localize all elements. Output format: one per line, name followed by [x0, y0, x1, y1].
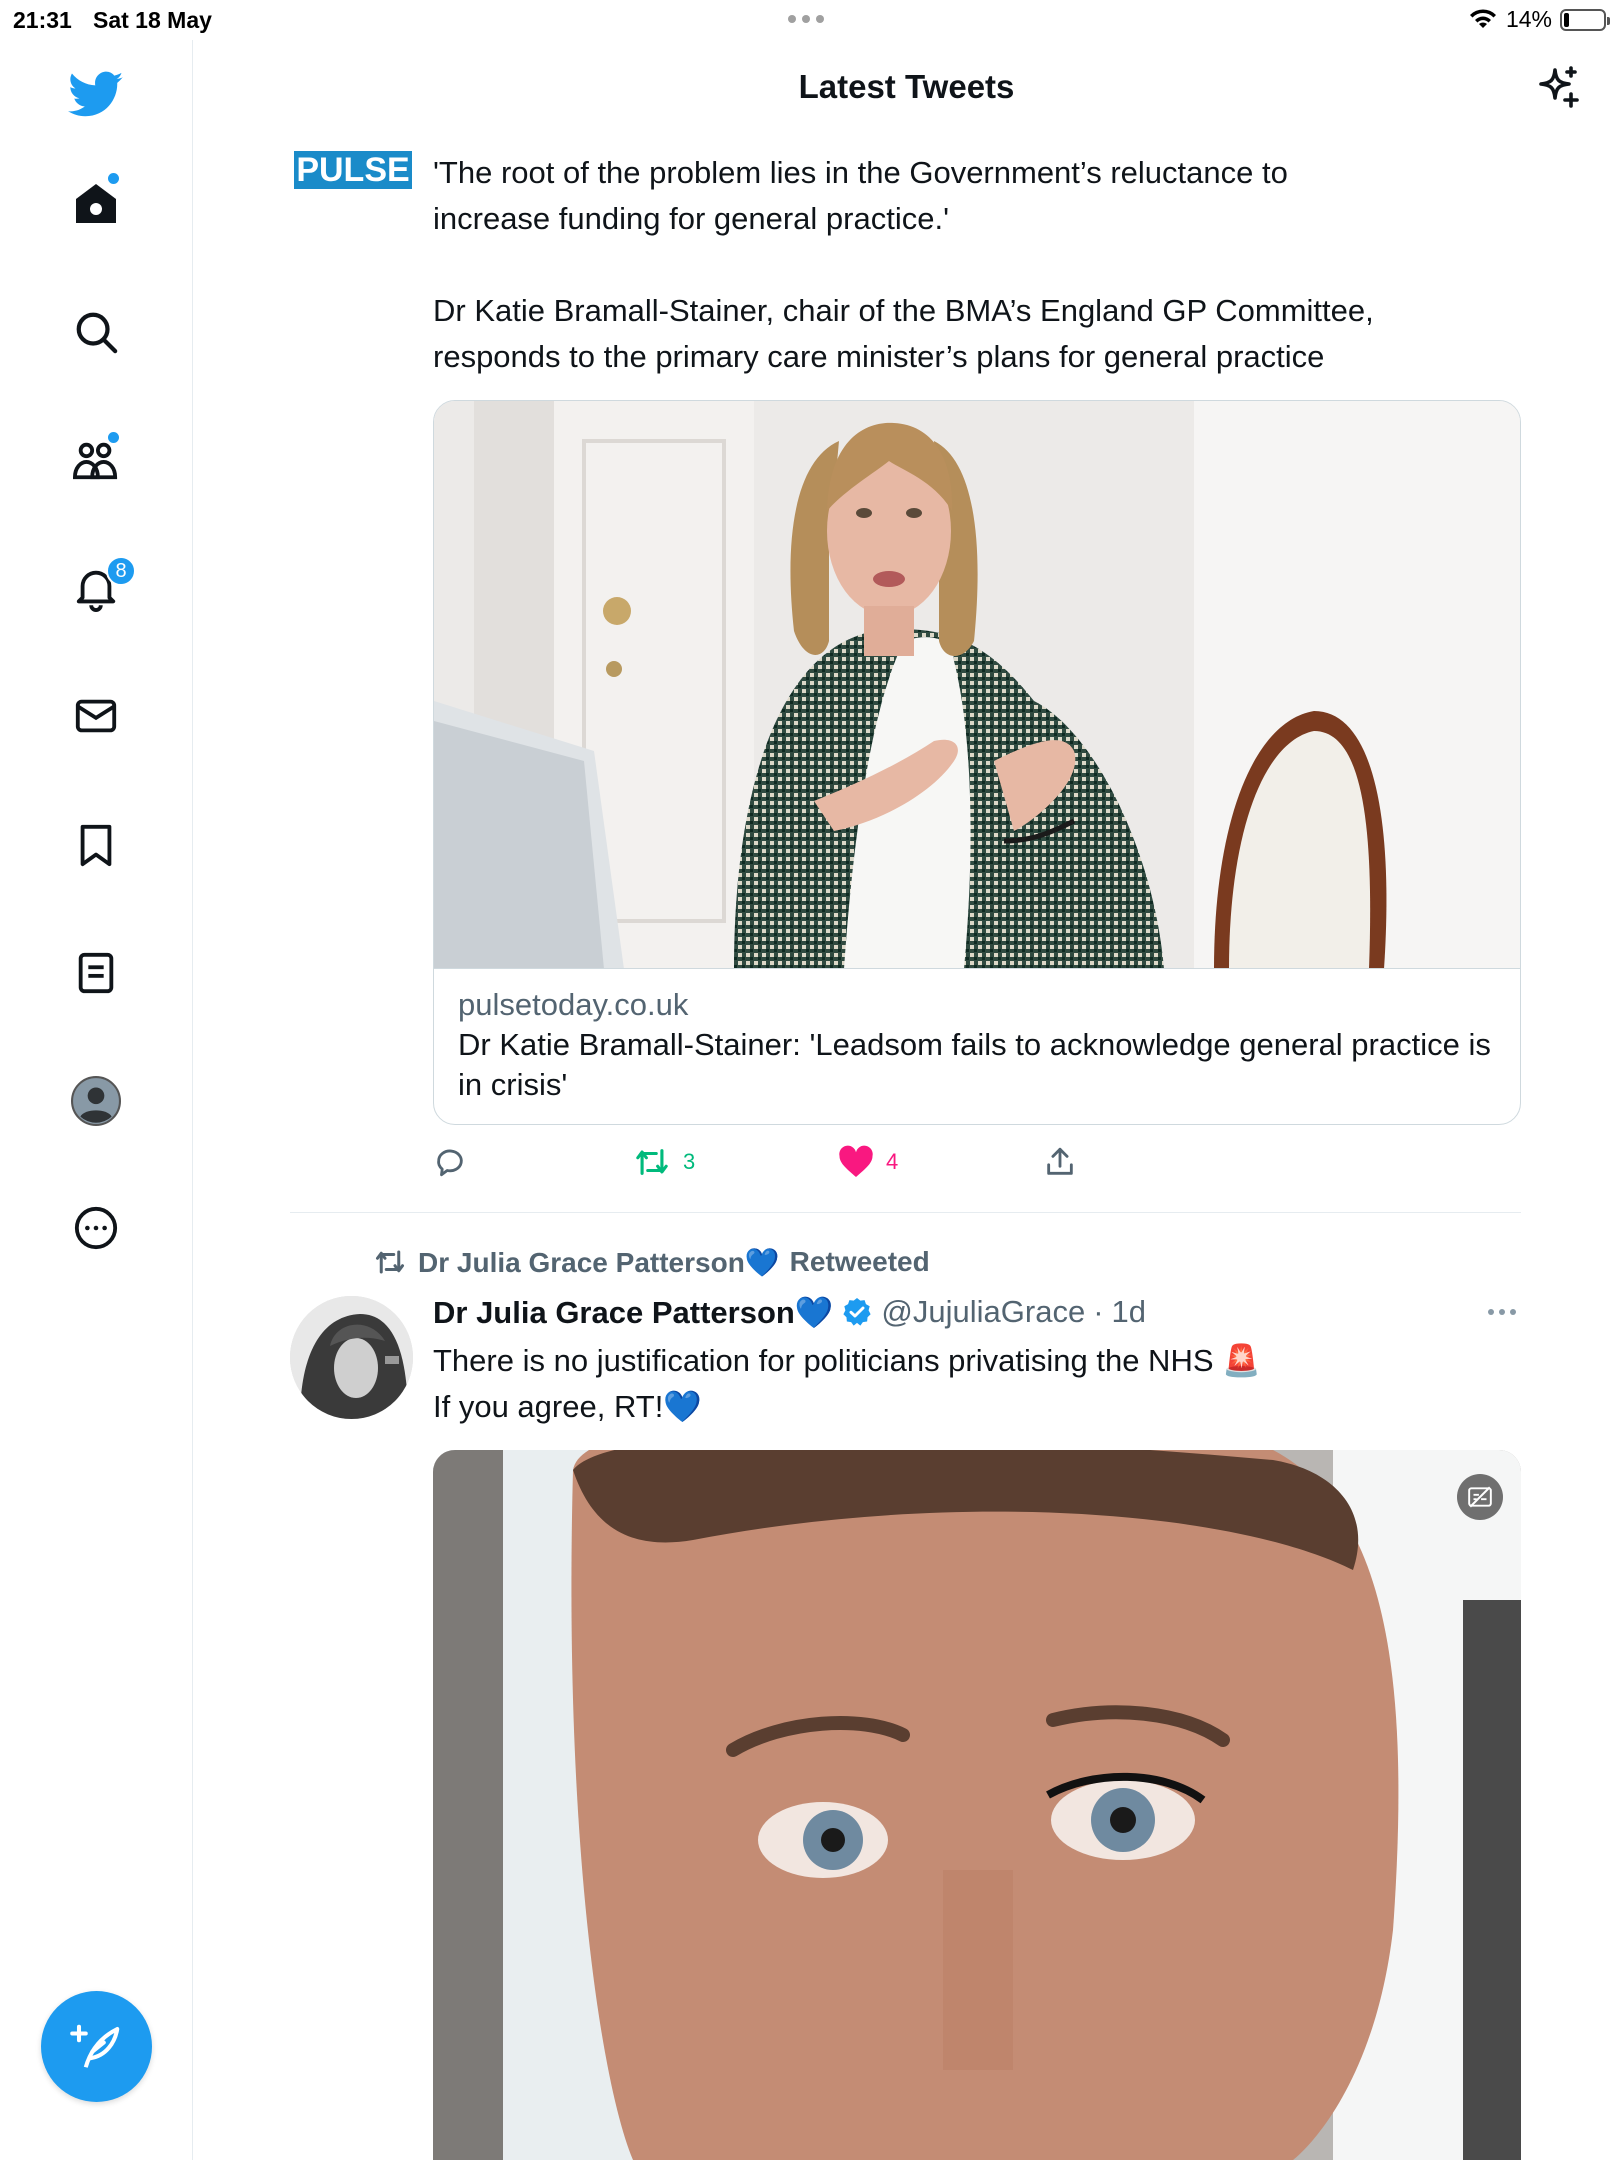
messages-envelope-icon[interactable] [66, 686, 126, 746]
search-icon[interactable] [66, 302, 126, 362]
status-time: 21:31 [13, 7, 72, 33]
tweet-age[interactable]: 1d [1112, 1294, 1146, 1330]
author-row: Dr Julia Grace Patterson💙 @JujuliaGrace … [433, 1292, 1146, 1332]
like-button[interactable]: 4 [838, 1142, 898, 1182]
page-title: Latest Tweets [798, 68, 1015, 105]
tweet-actions: 3 4 [433, 1142, 1133, 1182]
wifi-icon [1469, 8, 1496, 28]
verified-badge-icon [843, 1298, 872, 1326]
author-handle[interactable]: @JujuliaGrace [881, 1294, 1085, 1330]
heart-icon [839, 1145, 873, 1177]
lists-icon[interactable] [66, 943, 126, 1003]
status-bar: 21:31 Sat 18 May 14% [0, 0, 1620, 40]
tweet-text: 'The root of the problem lies in the Gov… [433, 155, 1374, 374]
profile-avatar-icon[interactable] [66, 1071, 126, 1131]
compose-feather-icon [69, 2024, 119, 2068]
communities-new-dot [108, 432, 119, 443]
home-icon[interactable] [66, 173, 126, 233]
status-date: Sat 18 May [93, 7, 212, 33]
notifications-count-badge: 8 [106, 556, 136, 586]
meta-separator: · [1093, 1294, 1104, 1329]
compose-tweet-button[interactable] [41, 1991, 152, 2102]
share-icon [1047, 1147, 1073, 1175]
tweet-more-menu-icon[interactable] [1488, 1309, 1516, 1315]
author-name[interactable]: Dr Julia Grace Patterson💙 [433, 1294, 833, 1331]
battery-percent: 14% [1505, 6, 1552, 32]
author-avatar[interactable] [290, 1296, 413, 1419]
home-new-dot [108, 173, 119, 184]
card-domain: pulsetoday.co.uk [458, 987, 689, 1022]
retweeted-by-name: Dr Julia Grace Patterson💙 [418, 1246, 780, 1278]
share-button[interactable] [1043, 1142, 1077, 1182]
link-preview-card[interactable]: pulsetoday.co.uk Dr Katie Bramall-Staine… [433, 400, 1521, 1125]
tweet-text-2: There is no justification for politician… [433, 1343, 1261, 1424]
retweet-small-icon [376, 1250, 404, 1274]
status-right: 14% [1468, 6, 1610, 33]
battery-icon [1560, 8, 1610, 31]
tweet-video[interactable] [433, 1450, 1521, 2160]
retweet-button[interactable]: 3 [633, 1142, 695, 1182]
retweet-icon [636, 1149, 668, 1175]
reply-icon [437, 1149, 463, 1177]
card-title: Dr Katie Bramall-Stainer: 'Leadsom fails… [458, 1027, 1491, 1102]
tweet-divider [290, 1212, 1521, 1213]
more-options-icon[interactable] [66, 1198, 126, 1258]
reply-button[interactable] [433, 1142, 467, 1182]
sparkle-icon[interactable] [1533, 64, 1581, 112]
notifications-bell-icon[interactable]: 8 [66, 556, 136, 618]
like-count: 4 [886, 1149, 899, 1174]
sidebar: 8 [0, 40, 193, 2160]
pulse-logo[interactable]: PULSE [294, 151, 412, 189]
card-image[interactable] [434, 401, 1520, 969]
multitasking-dots[interactable] [788, 15, 824, 23]
twitter-logo-icon[interactable] [66, 65, 126, 125]
captions-off-icon [1468, 1486, 1492, 1508]
bookmarks-icon[interactable] [66, 815, 126, 875]
retweet-count: 3 [683, 1149, 696, 1174]
retweeted-by-line[interactable]: Dr Julia Grace Patterson💙 Retweeted [372, 1244, 930, 1280]
retweeted-label: Retweeted [789, 1246, 930, 1277]
captions-toggle-button[interactable] [1457, 1474, 1503, 1520]
communities-icon[interactable] [66, 430, 126, 490]
